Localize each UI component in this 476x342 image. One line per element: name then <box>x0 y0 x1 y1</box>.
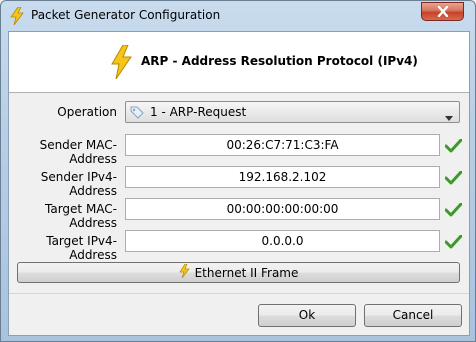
cancel-button[interactable]: Cancel <box>364 304 462 327</box>
close-button[interactable] <box>421 2 464 21</box>
protocol-title: ARP - Address Resolution Protocol (IPv4) <box>141 54 418 68</box>
ethernet-frame-label: Ethernet II Frame <box>194 265 299 280</box>
operation-value: 1 - ARP-Request <box>150 105 247 119</box>
lightning-icon <box>9 6 25 26</box>
divider <box>9 293 469 294</box>
target-mac-label: Target MAC-Address <box>45 202 117 230</box>
title-bar[interactable]: Packet Generator Configuration <box>1 1 475 31</box>
sender-mac-label: Sender MAC-Address <box>39 138 117 166</box>
check-icon <box>444 202 463 217</box>
operation-label: Operation <box>57 105 117 119</box>
dialog-window: Packet Generator Configuration ARP - Add… <box>0 0 476 342</box>
target-mac-field[interactable]: 00:00:00:00:00:00 <box>125 198 440 220</box>
sender-ip-label: Sender IPv4-Address <box>40 170 117 198</box>
dialog-header: ARP - Address Resolution Protocol (IPv4) <box>9 32 469 92</box>
lightning-icon <box>178 263 190 281</box>
lightning-icon <box>109 44 133 80</box>
close-icon <box>437 6 448 17</box>
ok-button[interactable]: Ok <box>258 304 356 327</box>
tag-icon <box>130 105 144 119</box>
check-icon <box>444 138 463 153</box>
ethernet-frame-button[interactable]: Ethernet II Frame <box>17 262 460 283</box>
check-icon <box>444 170 463 185</box>
operation-select[interactable]: 1 - ARP-Request <box>125 101 460 123</box>
target-ip-field[interactable]: 0.0.0.0 <box>125 230 440 252</box>
divider <box>9 92 469 93</box>
target-ip-label: Target IPv4-Address <box>46 234 117 262</box>
chevron-down-icon <box>445 110 453 124</box>
check-icon <box>444 234 463 249</box>
window-title: Packet Generator Configuration <box>31 8 221 22</box>
sender-ip-field[interactable]: 192.168.2.102 <box>125 166 440 188</box>
sender-mac-field[interactable]: 00:26:C7:71:C3:FA <box>125 134 440 156</box>
dialog-content: ARP - Address Resolution Protocol (IPv4)… <box>8 31 470 336</box>
